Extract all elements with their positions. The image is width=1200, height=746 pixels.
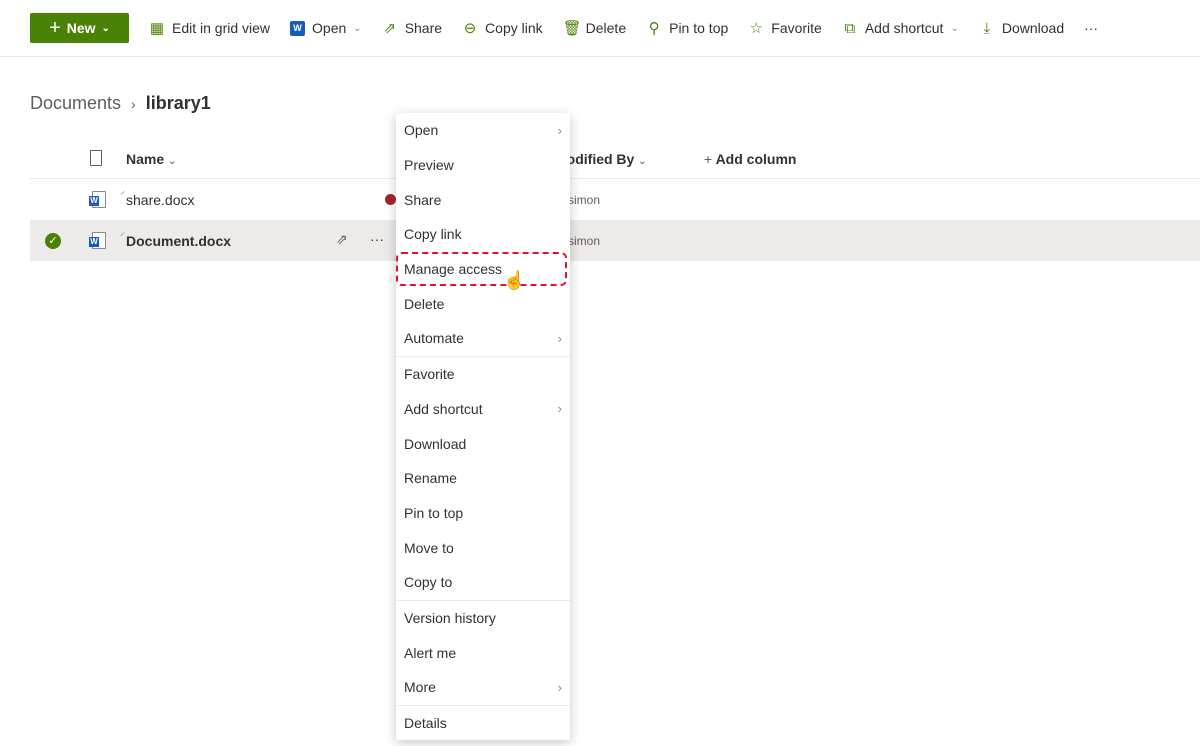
command-bar: + New ⌄ ▦ Edit in grid view W Open ⌄ ⇗ Share ⊖… (0, 0, 1200, 57)
star-icon: ☆ (749, 20, 763, 37)
add-shortcut-button[interactable]: ⧉ Add shortcut ⌄ (832, 13, 969, 43)
more-commands-button[interactable]: ··· (1074, 13, 1108, 43)
link-icon: ⊖ (463, 20, 477, 37)
menu-item-automate[interactable]: Automate › (396, 321, 570, 356)
chevron-down-icon: ⌄ (353, 22, 362, 34)
menu-item-alert-me[interactable]: Alert me (396, 635, 570, 670)
menu-item-label: Move to (404, 539, 454, 556)
menu-item-copy-link[interactable]: Copy link (396, 217, 570, 252)
download-button[interactable]: ⤓ Download (969, 13, 1074, 43)
pin-to-top-button[interactable]: ⚲ Pin to top (636, 13, 738, 43)
menu-item-delete[interactable]: Delete (396, 286, 570, 321)
new-button[interactable]: + New ⌄ (30, 13, 129, 43)
menu-item-rename[interactable]: Rename (396, 461, 570, 496)
menu-item-label: Delete (404, 295, 445, 312)
file-type-icon (90, 150, 102, 166)
copy-link-button[interactable]: ⊖ Copy link (452, 13, 553, 43)
breadcrumb-documents[interactable]: Documents (30, 93, 121, 114)
menu-item-label: Alert me (404, 644, 457, 661)
menu-item-label: Open (404, 122, 439, 139)
menu-item-move-to[interactable]: Move to (396, 530, 570, 565)
menu-item-favorite[interactable]: Favorite (396, 357, 570, 392)
grid-icon: ▦ (149, 20, 165, 37)
menu-item-open[interactable]: Open › (396, 113, 570, 148)
chevron-right-icon: › (557, 122, 562, 138)
menu-item-label: Favorite (404, 366, 455, 383)
open-button[interactable]: W Open ⌄ (280, 13, 372, 43)
highlight-box (396, 252, 567, 286)
menu-item-preview[interactable]: Preview (396, 148, 570, 183)
menu-item-label: Automate (404, 330, 464, 347)
context-menu: Open › Preview Share Copy link Manage access D… (396, 113, 570, 741)
file-name[interactable]: share.docx (126, 192, 194, 208)
menu-item-share[interactable]: Share (396, 182, 570, 217)
menu-item-download[interactable]: Download (396, 426, 570, 461)
share-icon: ⇗ (383, 20, 396, 37)
menu-item-label: Version history (404, 609, 496, 626)
checkmark-selected-icon[interactable]: ✓ (45, 233, 61, 249)
file-name[interactable]: Document.docx (126, 233, 231, 249)
word-file-icon (89, 232, 106, 249)
edit-grid-button[interactable]: ▦ Edit in grid view (139, 13, 280, 43)
name-column-header[interactable]: Name ⌄ (126, 151, 176, 167)
delete-button[interactable]: 🗑 Delete (553, 13, 636, 43)
menu-item-details[interactable]: Details (396, 706, 570, 741)
menu-item-label: Share (404, 191, 442, 208)
chevron-down-icon: ⌄ (950, 22, 959, 34)
add-column-button[interactable]: + Add column (704, 151, 796, 167)
menu-item-copy-to[interactable]: Copy to (396, 565, 570, 600)
shortcut-icon: ⧉ (844, 19, 856, 37)
menu-item-label: Rename (404, 470, 457, 487)
new-item-icon: ⸝ (120, 186, 125, 197)
more-actions-button[interactable]: ··· (370, 231, 384, 247)
hand-cursor-icon: ☝ (503, 270, 526, 290)
trash-icon: 🗑 (562, 20, 582, 37)
chevron-right-icon: › (131, 95, 136, 112)
file-row-selected[interactable]: ✓ ⸝ Document.docx ⇗ ··· simon (30, 220, 1200, 261)
breadcrumb: Documents › library1 (30, 93, 211, 114)
menu-item-label: Pin to top (404, 504, 464, 521)
pin-icon: ⚲ (648, 20, 660, 37)
menu-item-label: Details (404, 715, 447, 732)
chevron-right-icon: › (557, 401, 562, 417)
download-icon: ⤓ (983, 19, 991, 37)
menu-item-label: More (404, 679, 436, 696)
menu-item-label: Copy link (404, 226, 462, 243)
column-header-row: Name ⌄ Modified By ⌄ + Add column (30, 138, 1200, 179)
menu-item-label: Download (404, 435, 467, 452)
word-icon: W (290, 20, 306, 36)
breadcrumb-current: library1 (145, 93, 211, 113)
file-row[interactable]: ⸝ share.docx simon (30, 179, 1200, 220)
favorite-button[interactable]: ☆ Favorite (738, 13, 832, 43)
share-icon[interactable]: ⇗ (336, 231, 348, 248)
menu-item-pin-to-top[interactable]: Pin to top (396, 496, 570, 531)
menu-item-add-shortcut[interactable]: Add shortcut › (396, 392, 570, 427)
menu-item-label: Add shortcut (404, 400, 483, 417)
menu-item-version-history[interactable]: Version history (396, 601, 570, 636)
plus-icon: + (49, 16, 61, 39)
menu-item-label: Preview (404, 157, 454, 174)
menu-item-more[interactable]: More › (396, 670, 570, 705)
modified-by: simon (568, 234, 601, 248)
chevron-right-icon: › (557, 679, 562, 695)
error-status-icon (385, 194, 396, 205)
menu-item-label: Copy to (404, 574, 453, 591)
new-item-icon: ⸝ (120, 227, 125, 238)
share-button[interactable]: ⇗ Share (372, 13, 452, 43)
modified-by: simon (568, 193, 601, 207)
chevron-right-icon: › (557, 330, 562, 346)
word-file-icon (89, 191, 106, 208)
chevron-down-icon: ⌄ (101, 22, 110, 34)
